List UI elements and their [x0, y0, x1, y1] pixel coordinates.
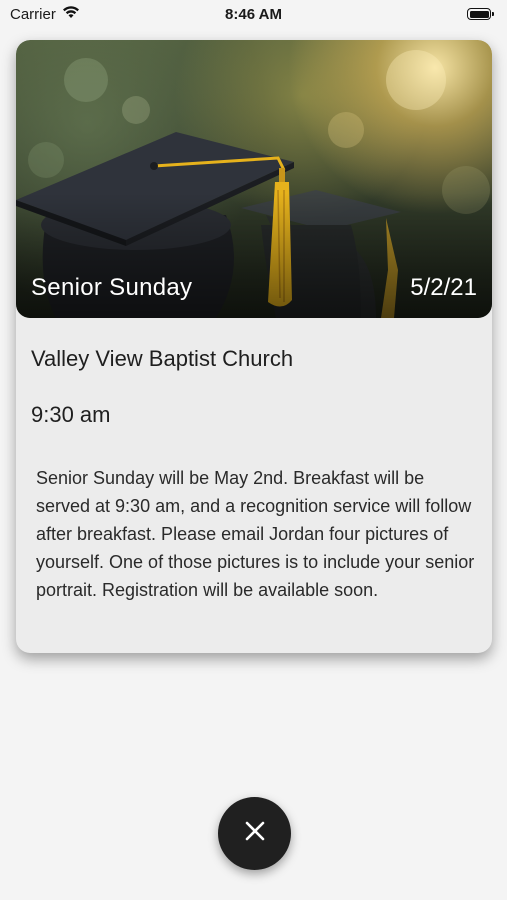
wifi-icon: [62, 5, 80, 23]
close-button[interactable]: [218, 797, 291, 870]
event-card: Senior Sunday 5/2/21 Valley View Baptist…: [16, 40, 492, 653]
event-hero-image: Senior Sunday 5/2/21: [16, 40, 492, 318]
status-bar: Carrier 8:46 AM: [0, 0, 507, 28]
event-time: 9:30 am: [31, 402, 111, 427]
event-title: Senior Sunday: [31, 274, 193, 301]
event-detail-screen: Carrier 8:46 AM Senior Sunday 5/2/21 Val…: [0, 0, 507, 900]
event-description: Senior Sunday will be May 2nd. Breakfast…: [36, 468, 475, 600]
status-left: Carrier: [10, 5, 80, 23]
carrier-label: Carrier: [10, 5, 56, 23]
event-date: 5/2/21: [410, 274, 477, 301]
battery-icon: [467, 8, 494, 20]
event-venue: Valley View Baptist Church: [31, 346, 294, 371]
close-icon: [244, 820, 266, 847]
